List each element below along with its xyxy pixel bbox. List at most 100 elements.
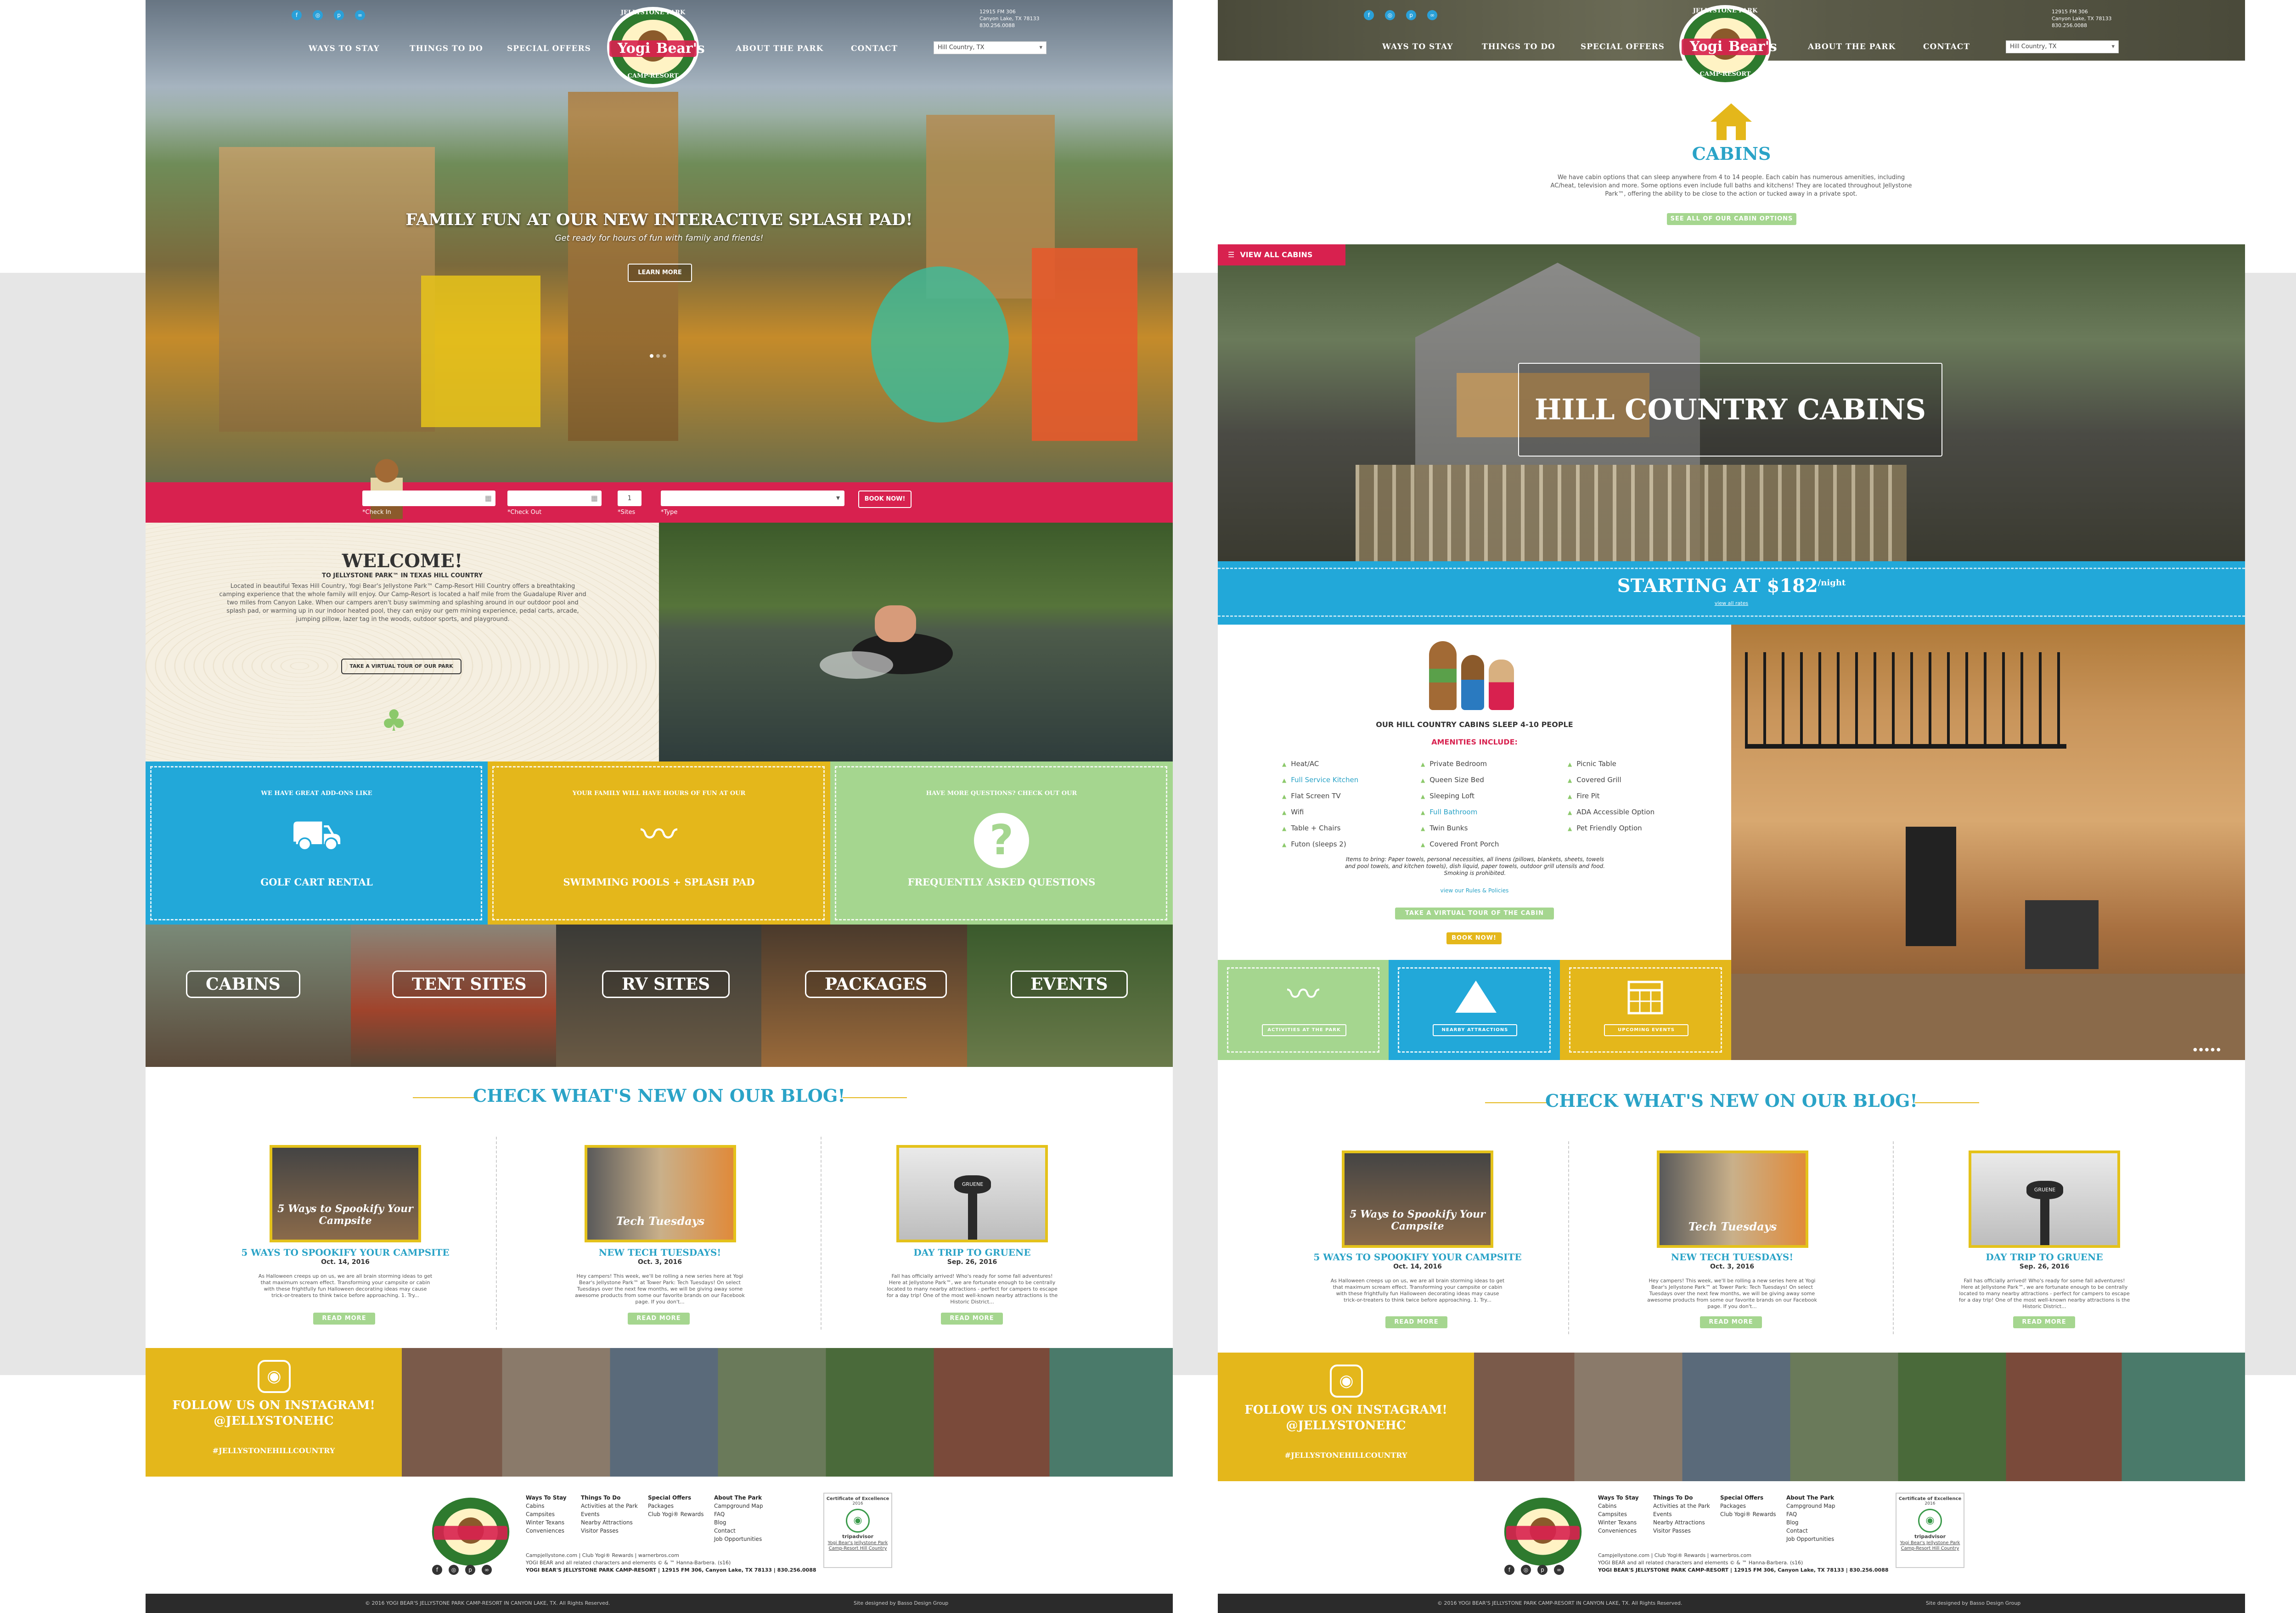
welcome-subtitle: TO JELLYSTONE PARK™ IN TEXAS HILL COUNTR… bbox=[321, 572, 483, 579]
cabin-virtual-tour-button[interactable]: TAKE A VIRTUAL TOUR OF THE CABIN bbox=[1395, 908, 1554, 919]
footer-legal: YOGI BEAR and all related characters and… bbox=[526, 1560, 731, 1566]
nav-about-the-park[interactable]: ABOUT THE PARK bbox=[1808, 42, 1896, 51]
nav-contact[interactable]: CONTACT bbox=[1923, 42, 1970, 51]
logo-top-text: JELLYSTONE PARK bbox=[620, 9, 686, 16]
instagram-photo-strip[interactable] bbox=[1474, 1353, 2245, 1481]
hero-learn-more-button[interactable]: LEARN MORE bbox=[628, 264, 692, 282]
checkout-input[interactable]: ▦ bbox=[507, 491, 602, 506]
tripadvisor-icon[interactable]: ∞ bbox=[1427, 10, 1437, 20]
check-icon: ▲ bbox=[1568, 761, 1572, 767]
nav-things-to-do[interactable]: THINGS TO DO bbox=[410, 44, 483, 53]
mountain-icon bbox=[1453, 978, 1499, 1015]
instagram-icon[interactable]: ◎ bbox=[1521, 1565, 1531, 1575]
location-select[interactable]: Hill Country, TX ▾ bbox=[934, 41, 1047, 54]
tripadvisor-badge[interactable]: Certificate of Excellence 2016 ◉ tripadv… bbox=[1896, 1493, 1964, 1568]
tile-upcoming-events[interactable]: UPCOMING EVENTS bbox=[1560, 960, 1731, 1060]
post-thumb-tech-tuesdays[interactable]: Tech Tuesdays bbox=[585, 1145, 736, 1242]
post-thumb-tech-tuesdays[interactable]: Tech Tuesdays bbox=[1657, 1151, 1808, 1248]
facebook-icon[interactable]: f bbox=[1364, 10, 1374, 20]
instagram-icon[interactable]: ◎ bbox=[1385, 10, 1395, 20]
virtual-tour-button[interactable]: TAKE A VIRTUAL TOUR OF OUR PARK bbox=[341, 659, 461, 674]
nav-ways-to-stay[interactable]: WAYS TO STAY bbox=[1382, 42, 1453, 51]
nav-special-offers[interactable]: SPECIAL OFFERS bbox=[507, 44, 591, 53]
jellystone-logo[interactable]: JELLYSTONE PARK Yogi Bear's CAMP-RESORT bbox=[605, 4, 705, 91]
book-now-button[interactable]: BOOK NOW! bbox=[858, 491, 912, 508]
post-title-tech-tuesdays[interactable]: NEW TECH TUESDAYS! bbox=[545, 1247, 775, 1258]
footer-links[interactable]: Campjellystone.com | Club Yogi® Rewards … bbox=[526, 1552, 679, 1558]
footer-social: f ◎ p ∞ bbox=[432, 1555, 492, 1575]
post-title-spookify[interactable]: 5 WAYS TO SPOOKIFY YOUR CAMPSITE bbox=[231, 1247, 460, 1258]
check-icon: ▲ bbox=[1568, 793, 1572, 800]
tile-swimming-pools[interactable]: YOUR FAMILY WILL HAVE HOURS OF FUN AT OU… bbox=[488, 761, 830, 925]
calendar-icon bbox=[1627, 978, 1664, 1015]
category-cabins[interactable]: CABINS bbox=[146, 925, 351, 1067]
tripadvisor-icon[interactable]: ∞ bbox=[355, 10, 365, 20]
see-all-cabins-button[interactable]: SEE ALL OF OUR CABIN OPTIONS bbox=[1667, 213, 1796, 225]
pinterest-icon[interactable]: p bbox=[1537, 1565, 1548, 1575]
category-packages[interactable]: PACKAGES bbox=[761, 925, 967, 1067]
tripadvisor-icon[interactable]: ∞ bbox=[482, 1565, 492, 1575]
tile-activities[interactable]: 〰 ACTIVITIES AT THE PARK bbox=[1218, 960, 1389, 1060]
instagram-photo-strip[interactable] bbox=[402, 1348, 1173, 1477]
gallery-dots[interactable]: ●●●●● bbox=[2193, 1047, 2223, 1052]
post-thumb-spookify[interactable]: 5 Ways to Spookify Your Campsite bbox=[1342, 1151, 1493, 1248]
instagram-icon[interactable]: ◉ bbox=[258, 1360, 291, 1393]
nav-ways-to-stay[interactable]: WAYS TO STAY bbox=[309, 44, 380, 53]
nav-things-to-do[interactable]: THINGS TO DO bbox=[1482, 42, 1555, 51]
sites-input[interactable]: 1 bbox=[618, 491, 642, 506]
hero-slider-dots[interactable] bbox=[650, 351, 677, 358]
post-title-gruene[interactable]: DAY TRIP TO GRUENE bbox=[1930, 1252, 2159, 1263]
post-title-gruene[interactable]: DAY TRIP TO GRUENE bbox=[857, 1247, 1087, 1258]
category-events[interactable]: EVENTS bbox=[967, 925, 1173, 1067]
checkin-input[interactable]: ▦ bbox=[362, 491, 495, 506]
tile-faq[interactable]: HAVE MORE QUESTIONS? CHECK OUT OUR ? FRE… bbox=[830, 761, 1173, 925]
read-more-button[interactable]: READ MORE bbox=[941, 1313, 1003, 1325]
jellystone-logo[interactable]: JELLYSTONE PARK Yogi Bear's CAMP-RESORT bbox=[1677, 2, 1777, 89]
read-more-button[interactable]: READ MORE bbox=[1700, 1316, 1762, 1328]
price-label: STARTING AT $182/night bbox=[1617, 575, 1846, 597]
tripadvisor-icon[interactable]: ∞ bbox=[1554, 1565, 1564, 1575]
items-to-bring: Items to bring: Paper towels, personal n… bbox=[1345, 856, 1605, 876]
view-all-cabins-button[interactable]: ☰ VIEW ALL CABINS bbox=[1218, 244, 1345, 265]
post-thumb-gruene[interactable]: GRUENE bbox=[896, 1145, 1048, 1242]
category-rv-sites[interactable]: RV SITES bbox=[556, 925, 761, 1067]
type-select[interactable]: ▾ bbox=[661, 491, 844, 506]
facebook-icon[interactable]: f bbox=[1504, 1565, 1514, 1575]
read-more-button[interactable]: READ MORE bbox=[1385, 1316, 1447, 1328]
read-more-button[interactable]: READ MORE bbox=[313, 1313, 375, 1325]
view-all-rates-link[interactable]: view all rates bbox=[1218, 600, 2245, 606]
footer-links[interactable]: Campjellystone.com | Club Yogi® Rewards … bbox=[1598, 1552, 1751, 1558]
footer-legal: YOGI BEAR and all related characters and… bbox=[1598, 1560, 1803, 1566]
welcome-section: WELCOME! TO JELLYSTONE PARK™ IN TEXAS HI… bbox=[146, 523, 659, 761]
sleeps-heading: OUR HILL COUNTRY CABINS SLEEP 4-10 PEOPL… bbox=[1376, 720, 1573, 729]
category-tent-sites[interactable]: TENT SITES bbox=[351, 925, 556, 1067]
cabin-book-now-button[interactable]: BOOK NOW! bbox=[1446, 932, 1502, 944]
pinterest-icon[interactable]: p bbox=[334, 10, 344, 20]
logo-bottom-text: CAMP-RESORT bbox=[627, 73, 679, 79]
pinterest-icon[interactable]: p bbox=[1406, 10, 1416, 20]
post-thumb-gruene[interactable]: GRUENE bbox=[1969, 1151, 2120, 1248]
post-title-tech-tuesdays[interactable]: NEW TECH TUESDAYS! bbox=[1617, 1252, 1847, 1263]
rules-policies-link[interactable]: view our Rules & Policies bbox=[1218, 887, 1731, 894]
instagram-icon[interactable]: ◎ bbox=[313, 10, 323, 20]
chevron-down-icon: ▾ bbox=[2111, 43, 2115, 50]
tripadvisor-badge[interactable]: Certificate of Excellence 2016 ◉ tripadv… bbox=[823, 1493, 892, 1568]
tile-nearby-attractions[interactable]: NEARBY ATTRACTIONS bbox=[1389, 960, 1560, 1060]
location-select[interactable]: Hill Country, TX ▾ bbox=[2006, 40, 2119, 53]
instagram-icon[interactable]: ◎ bbox=[449, 1565, 459, 1575]
nav-about-the-park[interactable]: ABOUT THE PARK bbox=[736, 44, 823, 53]
nav-contact[interactable]: CONTACT bbox=[851, 44, 898, 53]
chevron-down-icon: ▾ bbox=[1039, 44, 1042, 51]
instagram-icon[interactable]: ◉ bbox=[1330, 1365, 1363, 1398]
nav-special-offers[interactable]: SPECIAL OFFERS bbox=[1581, 42, 1665, 51]
post-title-spookify[interactable]: 5 WAYS TO SPOOKIFY YOUR CAMPSITE bbox=[1303, 1252, 1532, 1263]
read-more-button[interactable]: READ MORE bbox=[628, 1313, 690, 1325]
read-more-button[interactable]: READ MORE bbox=[2013, 1316, 2075, 1328]
facebook-icon[interactable]: f bbox=[292, 10, 302, 20]
post-thumb-spookify[interactable]: 5 Ways to Spookify Your Campsite bbox=[270, 1145, 421, 1242]
check-icon: ▲ bbox=[1282, 841, 1287, 848]
pinterest-icon[interactable]: p bbox=[465, 1565, 475, 1575]
facebook-icon[interactable]: f bbox=[432, 1565, 442, 1575]
check-icon: ▲ bbox=[1282, 793, 1287, 800]
tile-golf-cart[interactable]: WE HAVE GREAT ADD-ONS LIKE ⛟ GOLF CART R… bbox=[146, 761, 488, 925]
